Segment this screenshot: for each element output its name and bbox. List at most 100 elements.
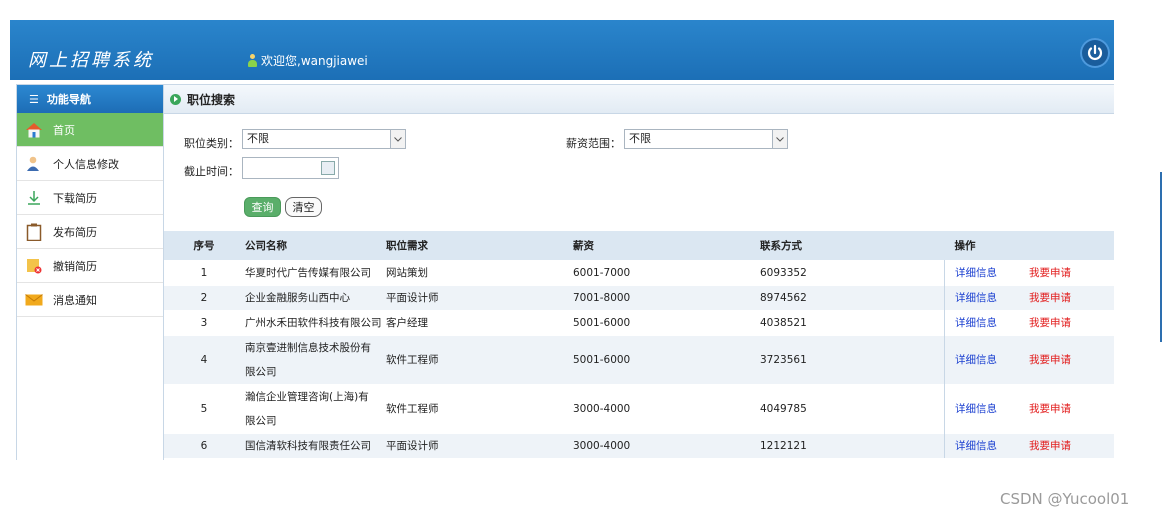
- salary-label: 薪资范围：: [566, 137, 621, 150]
- header-actions: 操作: [954, 239, 976, 252]
- category-label: 职位类别：: [184, 137, 239, 150]
- sidebar-item-label: 首页: [53, 123, 75, 137]
- table-row: 4 南京壹进制信息技术股份有限公司 软件工程师 5001-6000 372356…: [164, 335, 1114, 384]
- menu-list-icon: ☰: [29, 92, 39, 106]
- table-row: 3 广州水禾田软件科技有限公司 客户经理 5001-6000 4038521 详…: [164, 310, 1114, 335]
- clear-button[interactable]: 清空: [285, 197, 322, 217]
- cell-contact: 1212121: [758, 433, 945, 458]
- cell-contact: 3723561: [758, 335, 945, 384]
- sidebar-item-label: 消息通知: [53, 293, 97, 307]
- power-icon: [1087, 44, 1103, 60]
- download-icon: [25, 189, 43, 207]
- cell-position: 软件工程师: [386, 403, 439, 415]
- table-header-row: 序号 公司名称 职位需求 薪资 联系方式 操作: [164, 231, 1114, 260]
- chevron-down-icon: [390, 130, 405, 148]
- cell-index: 4: [200, 353, 208, 366]
- chevron-down-icon: [772, 130, 787, 148]
- apply-link[interactable]: 我要申请: [1029, 403, 1071, 415]
- play-circle-icon: [170, 93, 181, 105]
- cell-company: 华夏时代广告传媒有限公司: [245, 267, 371, 279]
- cell-index: 2: [200, 291, 208, 304]
- apply-link[interactable]: 我要申请: [1029, 267, 1071, 279]
- sidebar-item-profile-edit[interactable]: 个人信息修改: [17, 147, 164, 181]
- cell-company: 南京壹进制信息技术股份有限公司: [244, 335, 384, 384]
- brand-title: 网上招聘系统: [28, 50, 154, 71]
- sidebar-item-label: 发布简历: [53, 225, 97, 239]
- cell-index: 6: [200, 439, 208, 452]
- cell-contact: 8974562: [758, 285, 945, 310]
- apply-link[interactable]: 我要申请: [1029, 292, 1071, 304]
- cell-actions: 详细信息 我要申请: [945, 335, 1115, 384]
- deadline-date-input[interactable]: [242, 157, 339, 179]
- cell-contact: 4049785: [758, 384, 945, 433]
- job-results-table: 序号 公司名称 职位需求 薪资 联系方式 操作 1 华夏时代广告传媒有限公司 网…: [164, 231, 1114, 458]
- detail-link[interactable]: 详细信息: [955, 292, 997, 304]
- header-company: 公司名称: [245, 239, 287, 252]
- detail-link[interactable]: 详细信息: [955, 354, 997, 366]
- cell-company: 企业金融服务山西中心: [245, 292, 350, 304]
- category-select[interactable]: 不限: [242, 129, 406, 149]
- apply-link[interactable]: 我要申请: [1029, 317, 1071, 329]
- cell-index: 5: [200, 402, 208, 415]
- user-edit-icon: [25, 155, 43, 173]
- sidebar-title: 功能导航: [46, 93, 91, 106]
- cell-salary: 3000-4000: [573, 439, 631, 452]
- table-row: 1 华夏时代广告传媒有限公司 网站策划 6001-7000 6093352 详细…: [164, 260, 1114, 285]
- sidebar-item-label: 个人信息修改: [53, 157, 119, 171]
- deadline-label: 截止时间：: [184, 165, 239, 178]
- table-row: 5 瀚信企业管理咨询(上海)有限公司 软件工程师 3000-4000 40497…: [164, 384, 1114, 433]
- scrollbar-edge[interactable]: [1160, 172, 1162, 342]
- cell-index: 3: [200, 316, 208, 329]
- cell-salary: 5001-6000: [573, 353, 631, 366]
- cell-actions: 详细信息 我要申请: [945, 285, 1115, 310]
- cell-position: 网站策划: [386, 267, 428, 279]
- salary-value: 不限: [629, 132, 651, 145]
- cell-company: 瀚信企业管理咨询(上海)有限公司: [244, 384, 384, 433]
- home-icon: [25, 121, 43, 139]
- sidebar-header: ☰ 功能导航: [17, 85, 164, 113]
- sidebar-item-home[interactable]: 首页: [17, 113, 164, 147]
- power-logout-button[interactable]: [1080, 38, 1110, 68]
- detail-link[interactable]: 详细信息: [955, 267, 997, 279]
- cell-position: 软件工程师: [386, 354, 439, 366]
- cell-salary: 3000-4000: [573, 402, 631, 415]
- sidebar-item-revoke-resume[interactable]: 撤销简历: [17, 249, 164, 283]
- top-header: 网上招聘系统 欢迎您,wangjiawei: [10, 20, 1114, 80]
- panel-header: 职位搜索: [164, 85, 1114, 114]
- table-row: 6 国信清软科技有限责任公司 平面设计师 3000-4000 1212121 详…: [164, 433, 1114, 458]
- cell-salary: 7001-8000: [573, 291, 631, 304]
- salary-select[interactable]: 不限: [624, 129, 788, 149]
- welcome-message: 欢迎您,wangjiawei: [248, 52, 368, 69]
- cell-contact: 6093352: [758, 260, 945, 285]
- cell-position: 平面设计师: [386, 292, 439, 304]
- header-position: 职位需求: [386, 239, 428, 252]
- user-icon: [248, 54, 257, 67]
- cell-actions: 详细信息 我要申请: [945, 384, 1115, 433]
- app-frame: 网上招聘系统 欢迎您,wangjiawei ☰ 功能导航 首页 个人信息修改 下…: [10, 20, 1114, 460]
- detail-link[interactable]: 详细信息: [955, 317, 997, 329]
- cell-contact: 4038521: [758, 310, 945, 335]
- apply-link[interactable]: 我要申请: [1029, 440, 1071, 452]
- cell-salary: 6001-7000: [573, 266, 631, 279]
- panel-title: 职位搜索: [187, 92, 236, 107]
- clipboard-icon: [25, 223, 43, 241]
- job-search-panel: 职位搜索 职位类别： 不限 薪资范围： 不限 截止时间： 查询 清空 序号 公司…: [163, 84, 1114, 460]
- detail-link[interactable]: 详细信息: [955, 403, 997, 415]
- sidebar-item-label: 下载简历: [53, 191, 97, 205]
- company-name: 南京壹进制信息技术股份有限公司: [245, 341, 371, 378]
- cell-position: 平面设计师: [386, 440, 439, 453]
- sidebar-nav: ☰ 功能导航 首页 个人信息修改 下载简历 发布简历 撤销简历 消息通知: [16, 84, 165, 460]
- sidebar-item-download-resume[interactable]: 下载简历: [17, 181, 164, 215]
- cell-index: 1: [200, 266, 208, 279]
- apply-link[interactable]: 我要申请: [1029, 354, 1071, 366]
- welcome-text: 欢迎您,wangjiawei: [261, 54, 368, 68]
- detail-link[interactable]: 详细信息: [955, 440, 997, 452]
- calendar-icon[interactable]: [321, 161, 335, 175]
- header-index: 序号: [193, 239, 215, 252]
- sidebar-item-notifications[interactable]: 消息通知: [17, 283, 164, 317]
- cell-salary: 5001-6000: [573, 316, 631, 329]
- cell-position: 客户经理: [386, 317, 428, 329]
- query-button[interactable]: 查询: [244, 197, 281, 217]
- sidebar-item-publish-resume[interactable]: 发布简历: [17, 215, 164, 249]
- cell-actions: 详细信息 我要申请: [945, 310, 1115, 335]
